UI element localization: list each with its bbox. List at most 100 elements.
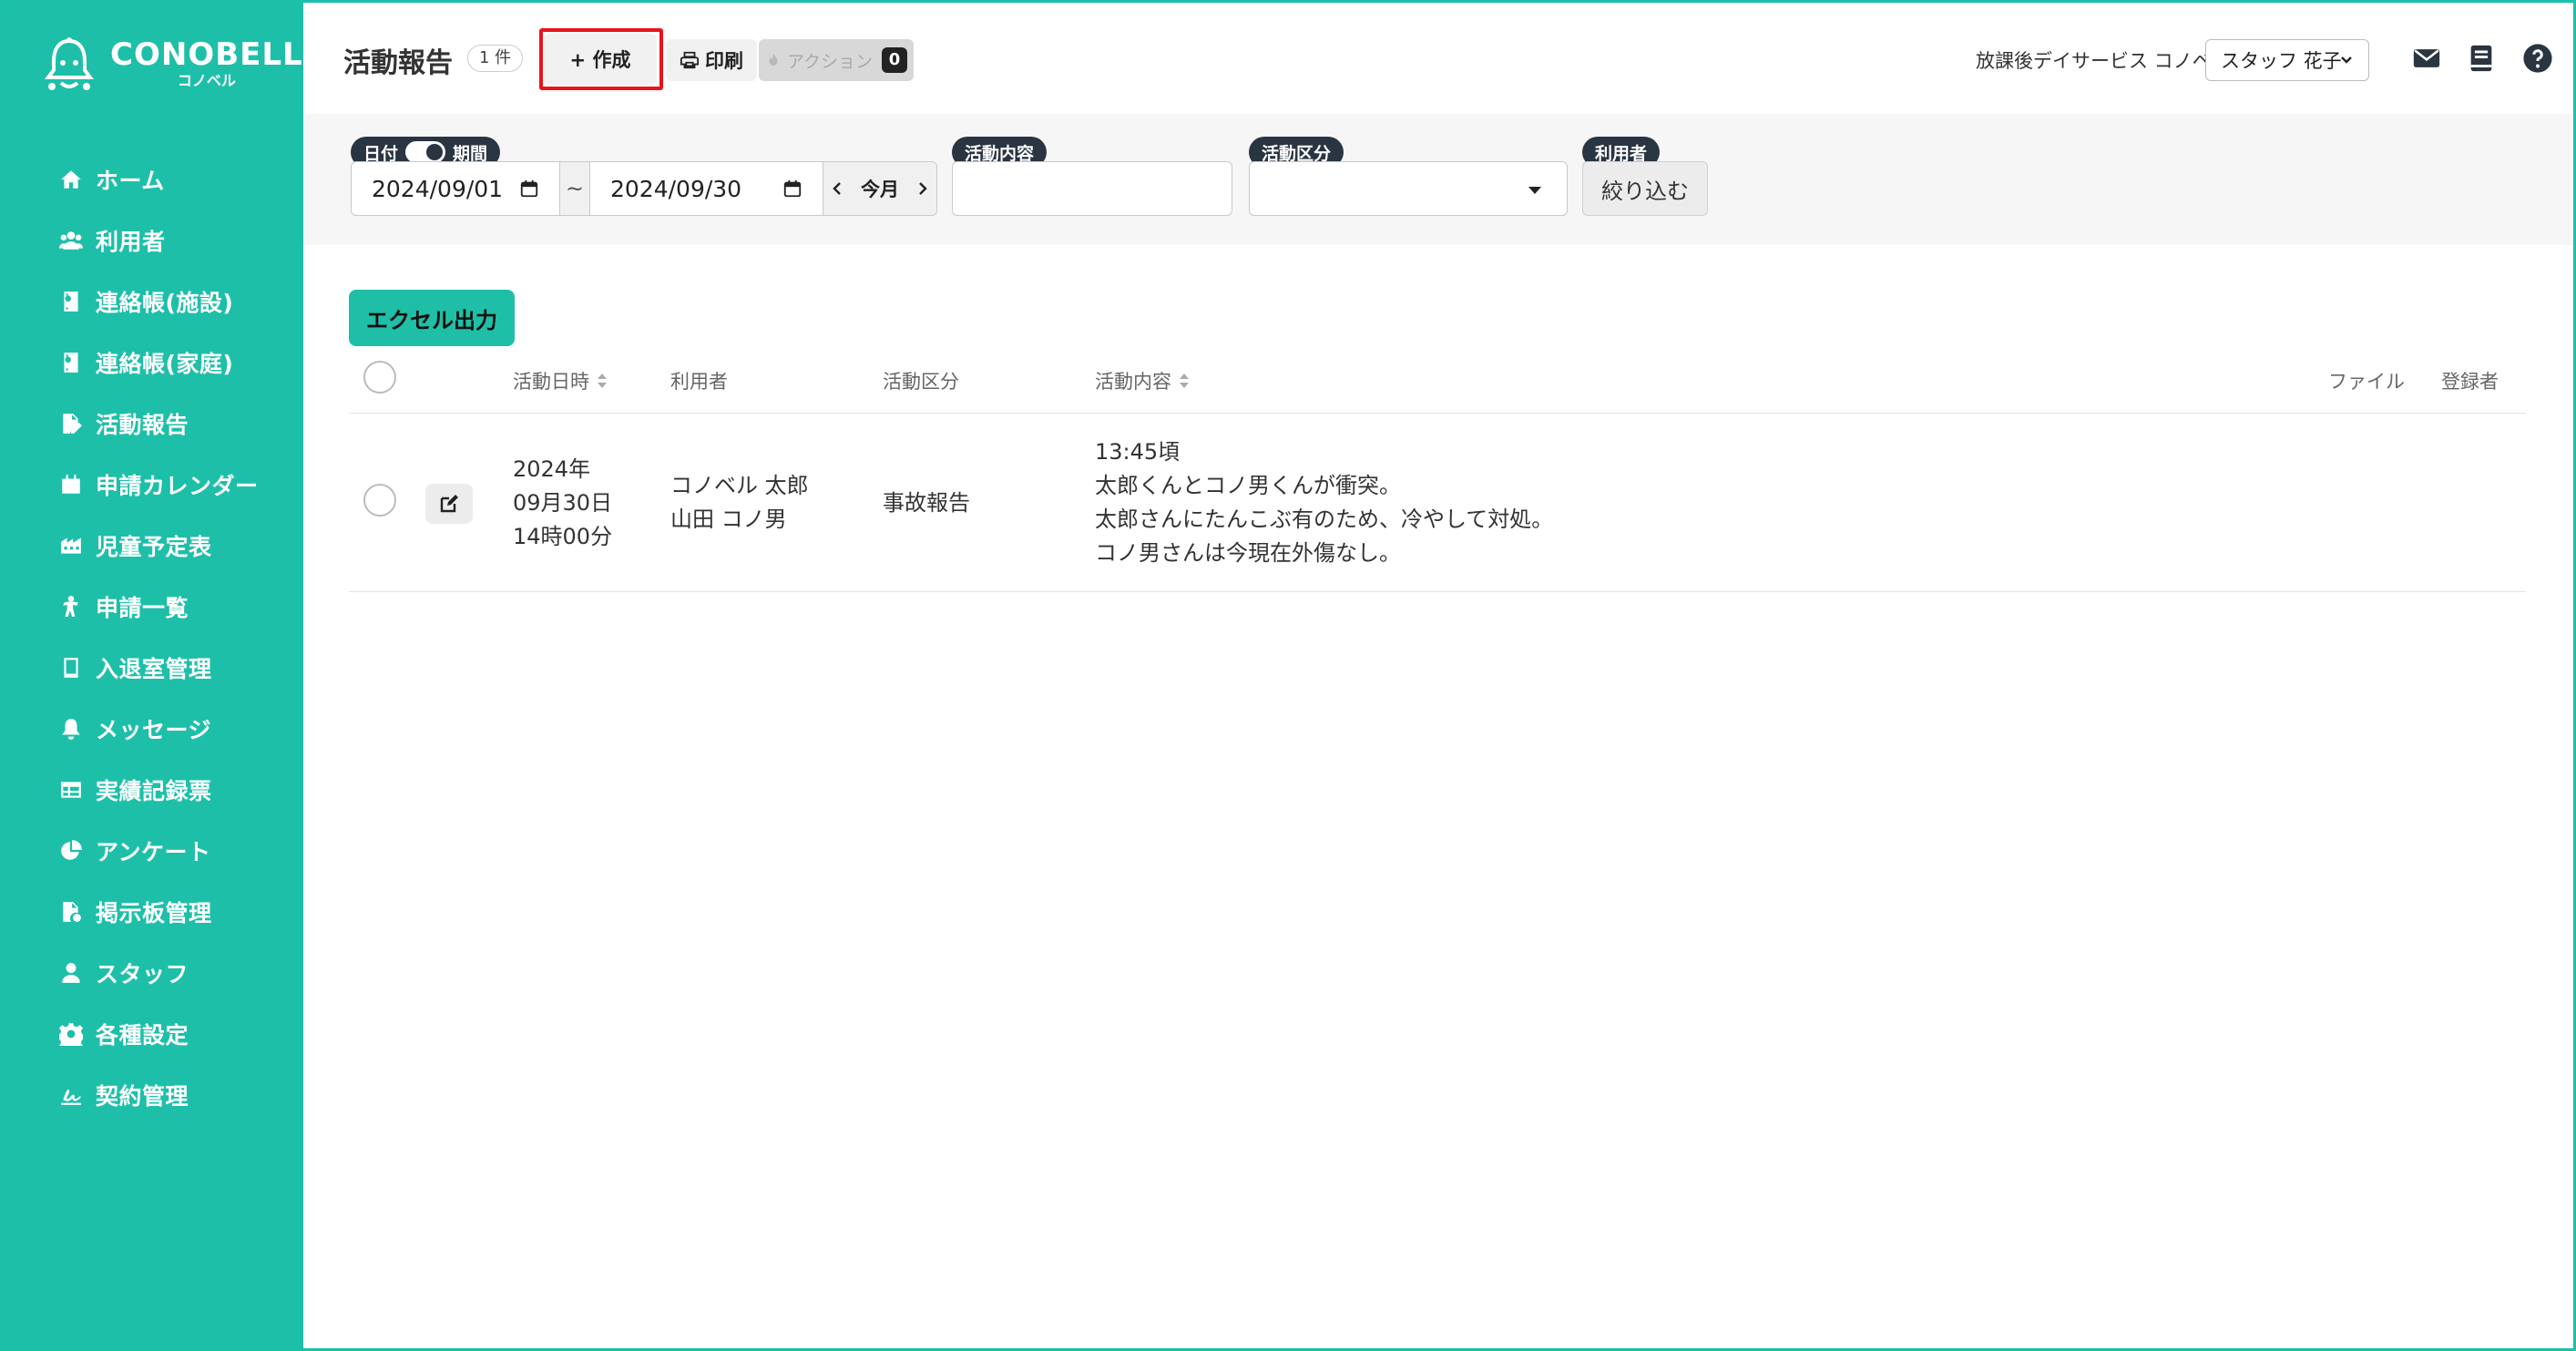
sidebar-item-13[interactable]: 掲示板管理	[3, 881, 303, 942]
row-user-name: 山田 コノ男	[670, 507, 787, 532]
sort-icon	[1180, 374, 1189, 388]
header-user: 利用者	[670, 367, 728, 394]
filter-button[interactable]: 絞り込む	[1582, 161, 1708, 216]
chevron-right-icon[interactable]	[915, 181, 929, 196]
caret-down-icon	[1528, 187, 1541, 194]
help-icon[interactable]	[2520, 41, 2555, 76]
signature-icon	[57, 1081, 85, 1109]
app-window: CONOBELL コノベル ホーム 利用者 連絡帳(施設) 連絡帳(家庭) 活動報告 申請…	[0, 0, 2576, 1351]
excel-export-button[interactable]: エクセル出力	[349, 290, 515, 346]
row-divider	[349, 591, 2526, 592]
action-count-badge: 0	[882, 47, 908, 73]
action-button[interactable]: アクション 0	[759, 39, 914, 81]
bell-logo-icon	[41, 36, 97, 92]
sidebar-item-label: 掲示板管理	[96, 899, 212, 926]
sidebar-item-label: アンケート	[96, 838, 211, 865]
row-content-line: 太郎くんとコノ男くんが衝突。	[1095, 473, 1401, 498]
header-date-label: 活動日時	[513, 371, 589, 393]
this-month-button[interactable]: 今月	[861, 175, 899, 202]
chevron-left-icon[interactable]	[831, 181, 845, 196]
printer-icon	[680, 51, 700, 69]
header-file: ファイル	[2328, 367, 2405, 394]
header-registrant-label: 登録者	[2441, 371, 2499, 393]
tablet-icon	[57, 654, 85, 681]
print-label: 印刷	[705, 50, 743, 72]
row-content-line: コノ男さんは今現在外傷なし。	[1095, 540, 1401, 566]
header-content[interactable]: 活動内容	[1095, 367, 1190, 394]
sidebar-item-16[interactable]: 契約管理	[3, 1064, 303, 1125]
header-date[interactable]: 活動日時	[513, 367, 608, 394]
content-input[interactable]	[952, 161, 1232, 216]
sidebar-item-label: 申請一覧	[96, 594, 189, 621]
sidebar-item-8[interactable]: 申請一覧	[3, 576, 303, 637]
row-date-line: 2024年	[513, 456, 591, 482]
row-content-line: 太郎さんにたんこぶ有のため、冷やして対処。	[1095, 507, 1554, 532]
facility-name: 放課後デイサービス コノベル	[1976, 50, 2231, 72]
header-registrant: 登録者	[2441, 367, 2499, 394]
period-toggle[interactable]	[405, 141, 446, 163]
row-date-line: 09月30日	[513, 490, 613, 516]
sidebar-item-6[interactable]: 申請カレンダー	[3, 454, 303, 515]
row-user-name: コノベル 太郎	[670, 473, 809, 498]
sidebar-item-label: ホーム	[96, 167, 165, 194]
sidebar-item-9[interactable]: 入退室管理	[3, 637, 303, 698]
highlight-box	[539, 28, 663, 90]
manual-book-icon[interactable]	[2464, 41, 2499, 76]
sidebar-item-label: 活動報告	[96, 411, 189, 438]
row-date: 2024年 09月30日 14時00分	[513, 453, 612, 554]
sidebar-nav: ホーム利用者連絡帳(施設) 連絡帳(家庭) 活動報告申請カレンダー 児童予定表申請一覧…	[3, 148, 303, 1125]
count-badge: 1 件	[467, 45, 524, 72]
row-content: 13:45頃 太郎くんとコノ男くんが衝突。 太郎さんにたんこぶ有のため、冷やして…	[1095, 435, 1553, 570]
sidebar-item-7[interactable]: 児童予定表	[3, 515, 303, 576]
row-category: 事故報告	[883, 490, 970, 516]
sidebar-item-11[interactable]: 実績記録票	[3, 759, 303, 820]
sidebar-item-14[interactable]: スタッフ	[3, 942, 303, 1003]
sidebar-item-5[interactable]: 活動報告	[3, 393, 303, 454]
sidebar: CONOBELL コノベル ホーム利用者連絡帳(施設) 連絡帳(家庭) 活動報告申請…	[3, 3, 303, 1348]
bell-icon	[57, 715, 85, 742]
logo[interactable]: CONOBELL コノベル	[41, 36, 303, 92]
date-to-value: 2024/09/30	[610, 175, 742, 202]
calendar-icon[interactable]	[519, 179, 539, 199]
sidebar-item-label: 連絡帳(家庭)	[96, 350, 234, 377]
header-file-label: ファイル	[2328, 371, 2405, 393]
date-to-input[interactable]: 2024/09/30	[590, 162, 823, 215]
header-user-label: 利用者	[670, 371, 728, 393]
calendar-icon[interactable]	[782, 179, 802, 199]
sidebar-item-4[interactable]: 連絡帳(家庭)	[3, 332, 303, 393]
contact-book-icon	[57, 349, 85, 376]
chevron-down-icon	[2341, 56, 2352, 64]
sidebar-item-label: 連絡帳(施設)	[96, 289, 234, 316]
home-icon	[57, 166, 85, 193]
sidebar-item-15[interactable]: 各種設定	[3, 1003, 303, 1064]
range-separator: ~	[559, 162, 590, 215]
sidebar-item-2[interactable]: 利用者	[3, 210, 303, 271]
sidebar-item-1[interactable]: ホーム	[3, 148, 303, 210]
sidebar-item-12[interactable]: アンケート	[3, 820, 303, 881]
mail-icon[interactable]	[2409, 41, 2444, 76]
bulletin-icon	[57, 898, 85, 926]
select-all-checkbox[interactable]	[363, 361, 396, 394]
sidebar-item-3[interactable]: 連絡帳(施設)	[3, 271, 303, 332]
contact-book-icon	[57, 288, 85, 315]
edit-icon	[440, 495, 458, 513]
row-checkbox[interactable]	[363, 484, 396, 517]
sidebar-item-label: 利用者	[96, 228, 166, 255]
users-icon	[57, 227, 85, 254]
sort-icon	[598, 374, 607, 388]
sidebar-item-label: 入退室管理	[96, 655, 212, 682]
staff-select[interactable]: スタッフ 花子	[2205, 39, 2369, 81]
action-label: アクション	[786, 51, 874, 72]
header-content-label: 活動内容	[1095, 371, 1171, 393]
date-range: 2024/09/01 ~ 2024/09/30 今月	[351, 161, 937, 216]
sidebar-item-10[interactable]: メッセージ	[3, 698, 303, 759]
date-from-value: 2024/09/01	[372, 175, 504, 202]
sidebar-item-label: メッセージ	[96, 716, 212, 743]
date-from-input[interactable]: 2024/09/01	[352, 162, 559, 215]
edit-button[interactable]	[425, 484, 473, 524]
category-select[interactable]	[1249, 161, 1568, 216]
header-category: 活動区分	[883, 367, 959, 394]
staff-icon	[57, 959, 85, 987]
logo-subtitle: コノベル	[177, 72, 236, 89]
print-button[interactable]: 印刷	[666, 39, 757, 81]
